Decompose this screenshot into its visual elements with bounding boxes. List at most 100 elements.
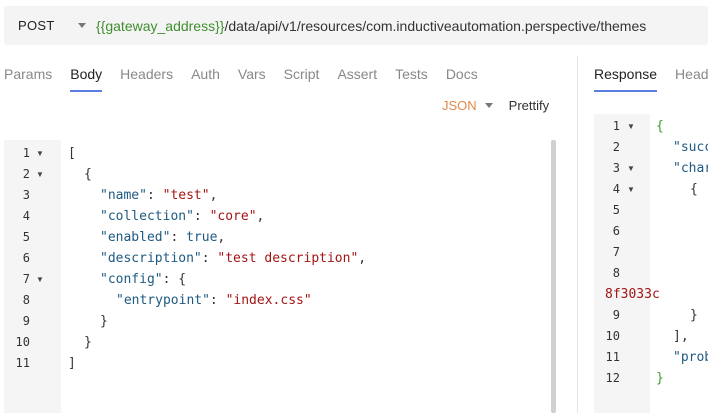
code-token: : [209, 293, 226, 308]
line-number: 11 [605, 350, 620, 364]
line-number: 8 [612, 266, 620, 280]
code-line: "char [673, 158, 708, 179]
line-number: 10 [605, 329, 620, 343]
code-token: "entrypoint" [116, 293, 210, 308]
code-line: "description": "test description", [100, 248, 366, 269]
method-select[interactable]: POST [18, 18, 78, 33]
panel-divider[interactable] [577, 56, 578, 413]
code-line: { [690, 179, 698, 200]
code-line: } [656, 368, 664, 389]
url-bar: POST {{gateway_address}}/data/api/v1/res… [4, 6, 708, 45]
line-number: 1 [612, 119, 620, 133]
code-token: : { [162, 272, 187, 287]
tab-assert[interactable]: Assert [337, 66, 377, 92]
code-token: "collection" [100, 209, 194, 224]
fold-toggle-icon[interactable]: ▼ [36, 143, 44, 164]
code-line: "collection": "core", [100, 206, 264, 227]
line-number: 3 [612, 161, 620, 175]
tab-script[interactable]: Script [284, 66, 320, 92]
fold-toggle-icon[interactable]: ▼ [36, 269, 44, 290]
line-number: 6 [612, 224, 620, 238]
tab-vars[interactable]: Vars [238, 66, 266, 92]
tab-response[interactable]: Response [594, 66, 658, 92]
code-token: { [656, 119, 664, 134]
code-area[interactable]: [{"name": "test", "collection": "core", "e… [61, 140, 558, 413]
code-token: "index.css" [225, 293, 312, 308]
code-token: : [193, 209, 210, 224]
tab-params[interactable]: Params [4, 66, 52, 92]
code-line: ], [673, 326, 689, 347]
tab-tests[interactable]: Tests [395, 66, 428, 92]
code-line: "prob [673, 347, 708, 368]
code-token: true [186, 230, 218, 245]
prettify-button[interactable]: Prettify [509, 98, 549, 113]
tab-headers[interactable]: Headers [120, 66, 173, 92]
line-number-gutter: 1 ▼ 2 3 ▼ 4 ▼ 5 6 7 8 9 10 11 12 [594, 114, 650, 413]
code-token: ], [673, 329, 689, 344]
response-body-viewer: 1▼23▼4▼56789101112 {"succ"char{""""8f303… [594, 114, 708, 413]
line-number: 2 [22, 167, 30, 181]
url-input[interactable]: {{gateway_address}}/data/api/v1/resource… [96, 18, 646, 34]
tab-docs[interactable]: Docs [446, 66, 478, 92]
fold-toggle-icon[interactable]: ▼ [36, 164, 44, 185]
tab-body[interactable]: Body [70, 66, 102, 92]
code-token: : [146, 188, 163, 203]
tab-head[interactable]: Head [675, 66, 708, 92]
line-number: 5 [22, 230, 30, 244]
code-token: ] [68, 356, 76, 371]
code-line: "config": { [100, 269, 186, 290]
line-number: 11 [15, 356, 30, 370]
line-number: 10 [15, 335, 30, 349]
line-number: 9 [22, 314, 30, 328]
fold-toggle-icon[interactable]: ▼ [627, 116, 635, 137]
code-token: , [217, 230, 226, 245]
code-line: } [690, 305, 698, 326]
body-options: JSON Prettify [442, 98, 549, 113]
code-token: , [358, 251, 367, 266]
code-token: [ [68, 146, 76, 161]
code-token: "prob [673, 350, 708, 365]
code-token: "test" [162, 188, 210, 203]
code-token: , [209, 188, 218, 203]
chevron-down-icon[interactable] [78, 23, 86, 28]
line-number: 9 [612, 308, 620, 322]
line-number: 4 [22, 209, 30, 223]
code-line: "name": "test", [100, 185, 217, 206]
code-token: : [201, 251, 218, 266]
code-token: 8f3033c [605, 287, 660, 302]
code-token: : [170, 230, 187, 245]
code-token: } [100, 314, 108, 329]
request-tabs: Params Body Headers Auth Vars Script Assert Tes… [4, 66, 496, 92]
code-token: "core" [209, 209, 257, 224]
fold-toggle-icon[interactable]: ▼ [627, 179, 635, 200]
response-tabs: Response Head [594, 66, 708, 92]
line-number: 4 [612, 182, 620, 196]
code-token: { [84, 167, 92, 182]
code-token: "test description" [217, 251, 359, 266]
code-line: { [656, 116, 664, 137]
chevron-down-icon[interactable] [484, 103, 493, 108]
line-number: 8 [22, 293, 30, 307]
code-token: "description" [100, 251, 202, 266]
tab-auth[interactable]: Auth [191, 66, 220, 92]
code-token: "enabled" [100, 230, 171, 245]
line-number: 1 [22, 146, 30, 160]
fold-toggle-icon[interactable]: ▼ [627, 158, 635, 179]
line-number: 6 [22, 251, 30, 265]
code-line: "entrypoint": "index.css" [116, 290, 312, 311]
code-line: 8f3033c [605, 284, 660, 305]
code-line: "enabled": true, [100, 227, 225, 248]
editor-scrollbar[interactable] [551, 140, 556, 413]
code-token: } [656, 371, 664, 386]
line-number: 7 [612, 245, 620, 259]
code-token: "name" [100, 188, 147, 203]
url-path: /data/api/v1/resources/com.inductiveauto… [224, 17, 647, 34]
code-token: , [256, 209, 265, 224]
line-number-gutter: 1 ▼ 2 ▼ 3 4 5 6 7 ▼ 8 9 10 11 [4, 140, 61, 413]
request-body-editor[interactable]: 1 ▼ 2 ▼ 3 4 5 6 7 ▼ 8 9 10 11 [{"name": "test", "colle… [4, 140, 558, 413]
code-token: } [84, 335, 92, 350]
code-token: { [690, 182, 698, 197]
url-variable: {{gateway_address}} [96, 17, 225, 34]
body-mode-select[interactable]: JSON [442, 98, 477, 113]
code-token: "char [673, 161, 708, 176]
